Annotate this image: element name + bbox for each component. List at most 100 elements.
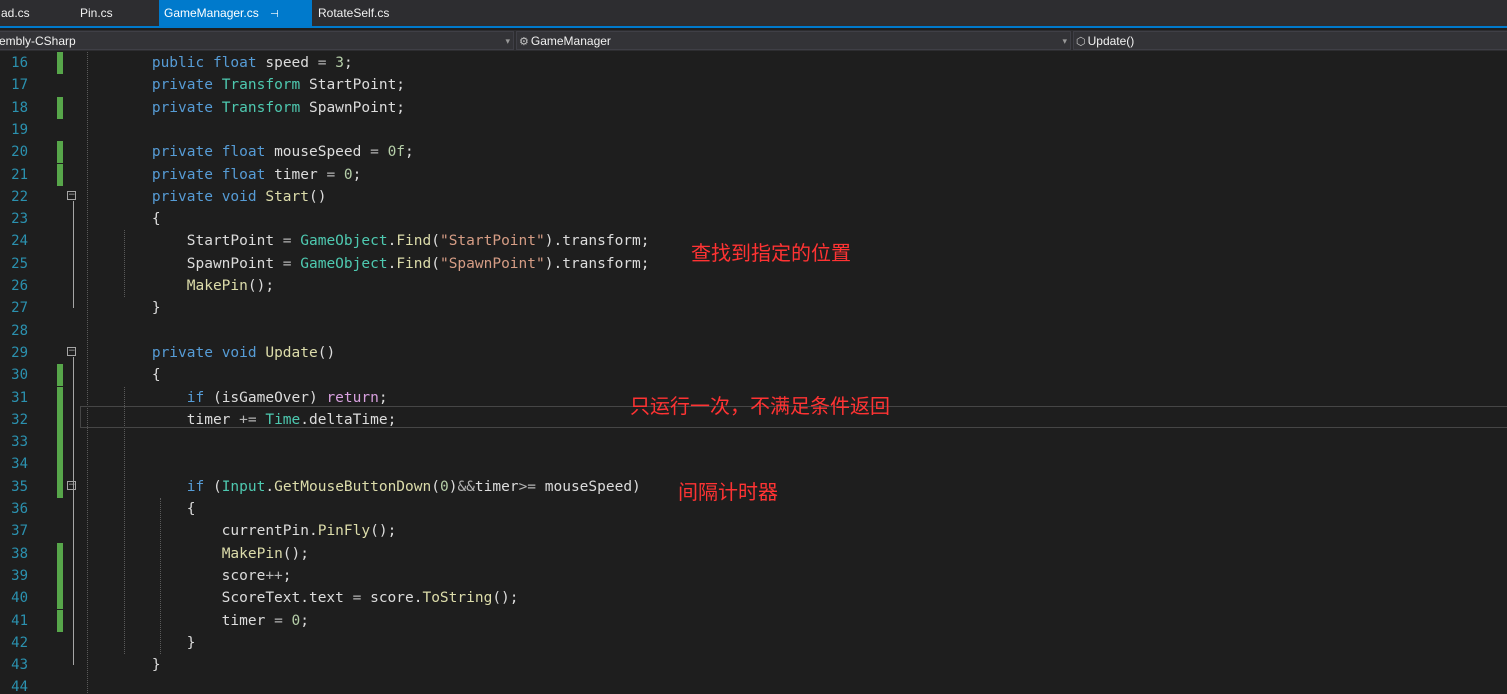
code-line[interactable]: 34 [0, 453, 1507, 476]
code-token: Start [265, 188, 309, 205]
code-line[interactable]: 19 [0, 119, 1507, 141]
tab-gamemanager-cs[interactable]: GameManager.cs ⊣ [159, 0, 312, 26]
code-line[interactable]: 29 − private void Update() [0, 342, 1507, 364]
code-token: currentPin. [116, 523, 318, 540]
code-token: void [221, 188, 257, 205]
tab-label: ad.cs [1, 6, 30, 20]
code-line[interactable]: 37 currentPin.PinFly(); [0, 520, 1507, 542]
code-line[interactable]: 21 private float timer = 0; [0, 163, 1507, 186]
code-text: MakePin(); [82, 275, 274, 297]
line-number: 19 [11, 121, 28, 138]
code-line[interactable]: 44 [0, 676, 1507, 694]
code-line[interactable]: 27 } [0, 297, 1507, 319]
code-editor[interactable]: 16 public float speed = 3; 17 private Tra… [0, 51, 1507, 694]
line-number: 23 [11, 211, 28, 228]
code-line[interactable]: 40 ScoreText.text = score.ToString(); [0, 587, 1507, 610]
project-dropdown[interactable]: embly-CSharp ▾ [0, 31, 514, 50]
code-token: { [116, 211, 161, 228]
code-token: ToString [422, 590, 493, 607]
code-line[interactable]: 22 − private void Start() [0, 186, 1507, 208]
code-token: private [151, 188, 213, 205]
pin-icon[interactable]: ⊣ [270, 9, 279, 20]
tab-ad-cs[interactable]: ad.cs [0, 0, 60, 26]
member-dropdown[interactable]: ⬡ Update() [1073, 31, 1507, 50]
change-indicator [57, 96, 63, 119]
code-text: ScoreText.text = score.ToString(); [82, 587, 519, 609]
code-token: = [282, 255, 292, 272]
code-token: ; [300, 612, 309, 629]
code-token: private [151, 144, 213, 161]
code-text: } [82, 654, 161, 676]
code-token: 0 [343, 166, 353, 183]
line-number: 17 [11, 77, 28, 94]
code-line[interactable]: 28 [0, 320, 1507, 342]
code-token: . [387, 233, 397, 250]
code-line[interactable]: 17 private Transform StartPoint; [0, 74, 1507, 96]
code-token: float [221, 144, 266, 161]
code-token: GameObject [300, 233, 388, 250]
code-line[interactable]: 23 { [0, 208, 1507, 230]
code-line[interactable]: 41 timer = 0; [0, 609, 1507, 632]
code-line[interactable]: 20 private float mouseSpeed = 0f; [0, 141, 1507, 164]
code-line[interactable]: 42 } [0, 632, 1507, 654]
code-token: if [186, 478, 205, 495]
code-token: ( [431, 255, 440, 272]
collapse-icon[interactable]: − [67, 346, 76, 356]
code-token: { [116, 367, 161, 384]
code-token: ).transform; [544, 233, 650, 250]
line-number: 30 [11, 367, 28, 384]
code-line[interactable]: 18 private Transform SpawnPoint; [0, 96, 1507, 119]
change-indicator [57, 564, 63, 588]
code-token: Time [265, 411, 301, 428]
code-token: = [282, 233, 292, 250]
line-number: 22 [11, 188, 28, 205]
code-line[interactable]: 39 score++; [0, 564, 1507, 588]
change-indicator [57, 163, 63, 186]
line-number: 29 [11, 344, 28, 361]
line-number: 35 [11, 478, 28, 495]
tab-pin-cs[interactable]: Pin.cs [75, 0, 155, 26]
line-number: 43 [11, 657, 28, 674]
class-dropdown[interactable]: ⚙ GameManager ▾ [516, 31, 1071, 50]
code-token: 0 [291, 612, 301, 629]
code-text [82, 320, 117, 342]
code-line[interactable]: 38 MakePin(); [0, 542, 1507, 565]
code-text: } [82, 632, 196, 654]
line-number: 42 [11, 634, 28, 651]
code-line[interactable]: 26 MakePin(); [0, 275, 1507, 297]
code-line[interactable]: 43 } [0, 654, 1507, 676]
code-token: private [151, 77, 213, 94]
code-token: (); [370, 523, 397, 540]
code-line[interactable]: 30 { [0, 364, 1507, 387]
navigation-bar: embly-CSharp ▾ ⚙ GameManager ▾ ⬡ Update() [0, 30, 1507, 51]
code-token: } [116, 300, 161, 317]
code-token: Input [221, 478, 266, 495]
tab-rotateself-cs[interactable]: RotateSelf.cs [313, 0, 413, 26]
code-token: Transform [221, 99, 301, 116]
code-token: ( [431, 233, 440, 250]
line-number: 28 [11, 322, 28, 339]
code-line[interactable]: 33 [0, 431, 1507, 454]
code-line[interactable]: 16 public float speed = 3; [0, 52, 1507, 75]
code-text: public float speed = 3; [82, 52, 353, 74]
collapse-icon[interactable]: − [67, 480, 76, 490]
chevron-down-icon: ▾ [1062, 36, 1067, 46]
tab-label: Pin.cs [80, 6, 113, 20]
line-number: 27 [11, 300, 28, 317]
collapse-icon[interactable]: − [67, 190, 76, 200]
code-token: ; [343, 55, 353, 71]
